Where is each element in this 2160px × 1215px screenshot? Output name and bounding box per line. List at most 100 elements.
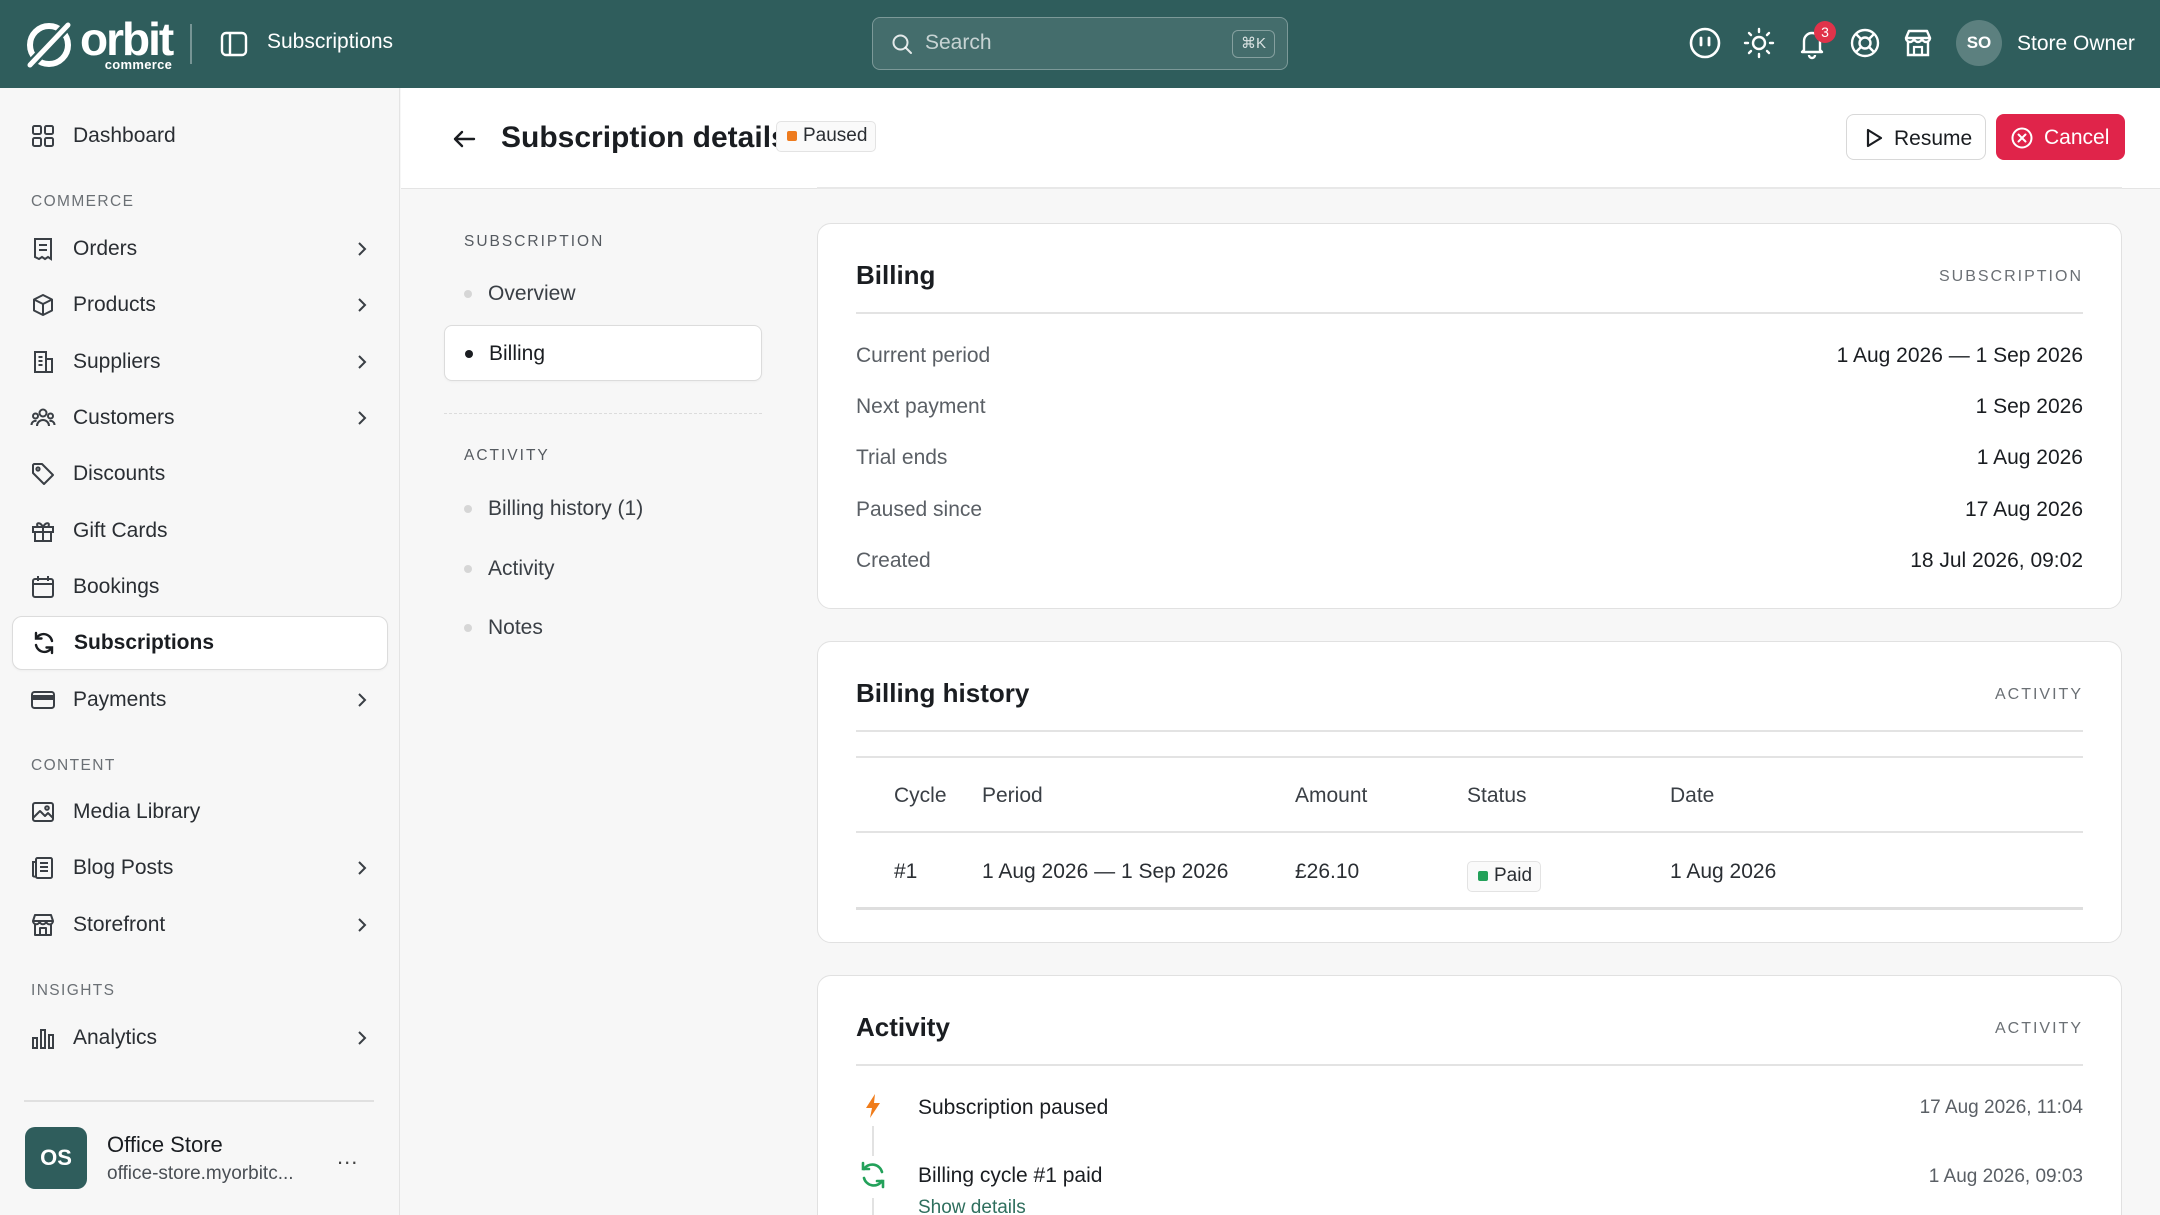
activity-time: 1 Aug 2026, 09:03 [1928,1166,2083,1187]
sidebar-item-storefront[interactable]: Storefront [12,898,388,952]
card-tag: SUBSCRIPTION [1938,268,2083,285]
column-header-amount[interactable]: Amount [1295,784,1367,808]
billing-card: Billing SUBSCRIPTION Current period 1 Au… [817,223,2122,609]
sidebar-section-content: CONTENT [31,757,116,774]
sidebar-item-label: Subscriptions [74,631,215,654]
field-label: Paused since [856,498,983,521]
back-arrow-icon[interactable] [449,124,479,154]
field-label: Current period [856,344,991,367]
credit-card-icon [31,691,55,709]
column-header-cycle[interactable]: Cycle [894,784,947,808]
topbar-divider [190,24,192,64]
brand-name: orbit [80,13,174,65]
sidebar-item-discounts[interactable]: Discounts [12,447,388,501]
search-input[interactable] [925,18,1185,68]
show-details-link[interactable]: Show details [918,1197,1026,1215]
cancel-circle-x-icon [2011,127,2033,149]
scroll-edge [817,187,2122,189]
section-nav-dot [464,505,472,513]
sidebar-item-orders[interactable]: Orders [12,222,388,276]
panel-toggle-icon[interactable] [218,28,250,60]
section-nav-billing[interactable]: Billing [444,325,762,381]
section-nav-label: Billing history (1) [488,497,644,520]
section-nav-label: Activity [488,557,555,580]
smiley-icon[interactable] [1688,26,1722,60]
card-divider [856,1064,2083,1066]
store-name: Office Store [107,1132,223,1157]
activity-time: 17 Aug 2026, 11:04 [1919,1097,2083,1118]
card-tag: ACTIVITY [1994,1020,2083,1037]
store-icon [32,914,54,936]
sidebar-item-payments[interactable]: Payments [12,673,388,727]
sidebar-item-analytics[interactable]: Analytics [12,1011,388,1065]
image-icon [32,802,54,822]
section-nav-divider [444,413,762,414]
section-nav-activity[interactable]: Activity [444,541,762,597]
resume-button-label: Resume [1894,127,1973,150]
user-name[interactable]: Store Owner [2017,32,2135,56]
store-more-button[interactable]: ... [337,1144,358,1170]
sun-icon[interactable] [1742,26,1776,60]
sidebar-item-products[interactable]: Products [12,278,388,332]
activity-title: Subscription paused [918,1096,1109,1119]
timeline-connector [872,1126,874,1156]
sidebar-item-dashboard[interactable]: Dashboard [12,109,388,163]
store-avatar: OS [25,1127,87,1189]
search-icon [892,34,912,54]
sidebar-item-subscriptions[interactable]: Subscriptions [12,616,388,670]
sidebar-item-gift-cards[interactable]: Gift Cards [12,504,388,558]
timeline-connector [872,1198,874,1215]
resume-button[interactable]: Resume [1846,114,1986,160]
section-nav-heading-activity: ACTIVITY [464,447,550,464]
receipt-icon [34,238,52,261]
brand-subtitle: commerce [104,57,173,72]
sidebar-item-suppliers[interactable]: Suppliers [12,335,388,389]
storefront-icon[interactable] [1901,26,1935,60]
column-header-status[interactable]: Status [1467,784,1527,808]
card-title: Activity [856,1012,950,1042]
card-divider [856,730,2083,732]
play-icon [1866,128,1883,148]
cancel-button-label: Cancel [2044,126,2110,149]
cell-date: 1 Aug 2026 [1670,860,1777,883]
sidebar-item-label: Customers [73,406,175,429]
topbar-section-title: Subscriptions [267,30,394,53]
field-value: 18 Jul 2026, 09:02 [1910,549,2083,572]
lightning-icon [866,1094,880,1118]
section-nav-label: Notes [488,616,543,639]
table-top-border [856,756,2083,758]
document-icon [32,857,53,879]
sidebar-item-bookings[interactable]: Bookings [12,560,388,614]
search-shortcut-hint: ⌘K [1231,30,1275,58]
brand-logo[interactable]: orbit commerce [24,13,174,72]
section-nav-notes[interactable]: Notes [444,600,762,656]
section-nav-dot [464,565,472,573]
box-icon [33,294,53,316]
store-url: office-store.myorbitc... [107,1163,294,1184]
chevron-right-icon [358,411,367,425]
cancel-button[interactable]: Cancel [1996,114,2125,160]
refresh-icon [861,1161,885,1189]
chevron-right-icon [358,242,367,256]
refresh-icon [34,631,54,655]
user-avatar[interactable]: SO [1956,20,2002,66]
sidebar-item-blog-posts[interactable]: Blog Posts [12,841,388,895]
section-nav-overview[interactable]: Overview [444,266,762,322]
field-value: 17 Aug 2026 [1965,498,2083,521]
activity-title: Billing cycle #1 paid [918,1164,1103,1187]
section-nav-billing-history[interactable]: Billing history (1) [444,481,762,537]
column-header-period[interactable]: Period [982,784,1043,808]
page-header: Subscription details Paused Resume Cance… [401,88,2160,189]
orbit-logo-icon [27,21,71,68]
tag-icon [32,463,54,485]
status-badge: Paused [776,121,877,152]
help-lifebuoy-icon[interactable] [1848,26,1882,60]
chevron-right-icon [358,693,367,707]
sidebar-item-customers[interactable]: Customers [12,391,388,445]
sidebar-item-media-library[interactable]: Media Library [12,785,388,839]
field-label: Created [856,549,931,572]
column-header-date[interactable]: Date [1670,784,1714,808]
field-label: Next payment [856,395,986,418]
section-nav-heading-subscription: SUBSCRIPTION [464,233,605,250]
global-search[interactable]: ⌘K [872,17,1288,70]
